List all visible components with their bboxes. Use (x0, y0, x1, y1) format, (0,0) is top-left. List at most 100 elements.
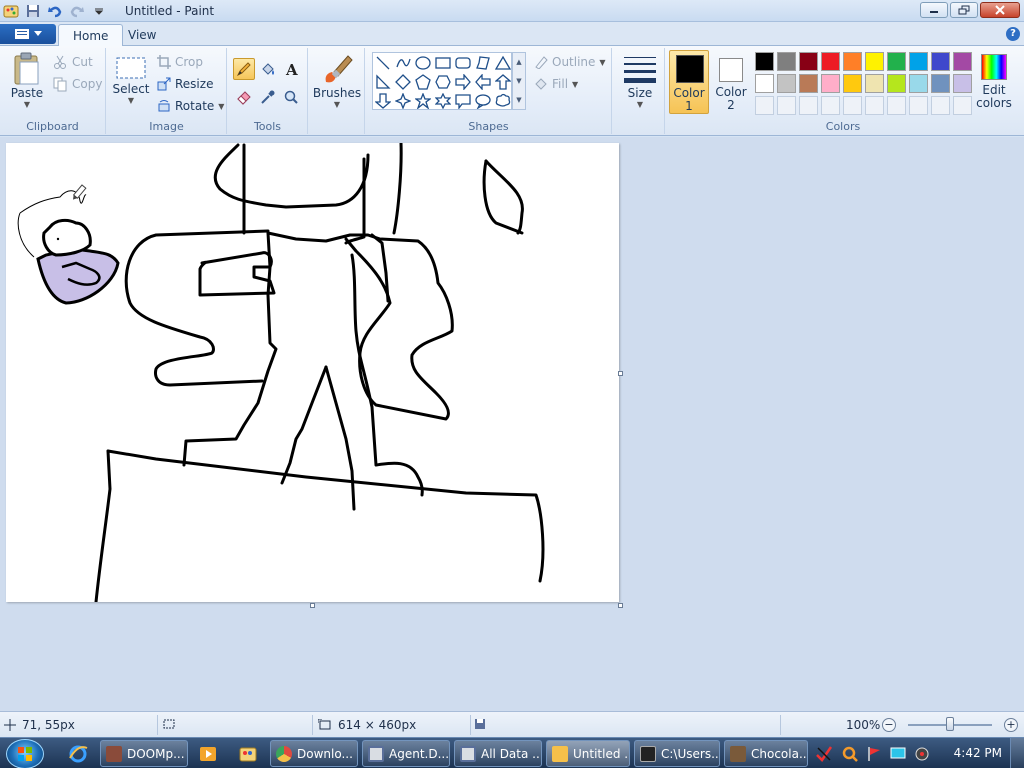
eraser-tool[interactable] (233, 86, 255, 108)
five-point-star-shape-icon[interactable] (413, 91, 433, 110)
oval-shape-icon[interactable] (413, 53, 433, 72)
rectangle-shape-icon[interactable] (433, 53, 453, 72)
help-icon[interactable]: ? (1006, 27, 1020, 41)
color-swatch[interactable] (799, 74, 818, 93)
down-arrow-shape-icon[interactable] (373, 91, 393, 110)
clock[interactable]: 4:42 PM (954, 746, 1002, 760)
custom-color-swatch[interactable] (843, 96, 862, 115)
fill-button[interactable]: Fill ▼ (534, 74, 578, 94)
select-button[interactable]: Select ▼ (112, 54, 150, 105)
zoom-slider-thumb[interactable] (946, 717, 954, 731)
redo-icon[interactable] (68, 2, 86, 20)
custom-color-swatch[interactable] (931, 96, 950, 115)
show-desktop-button[interactable] (1010, 738, 1024, 768)
edit-colors-button[interactable]: Edit colors (974, 52, 1014, 116)
custom-color-swatch[interactable] (953, 96, 972, 115)
customize-toolbar-icon[interactable] (90, 2, 108, 20)
app-menu-button[interactable] (0, 24, 56, 44)
paint-quicklaunch-icon[interactable] (236, 742, 260, 766)
hexagon-shape-icon[interactable] (433, 72, 453, 91)
line-shape-icon[interactable] (373, 53, 393, 72)
color-swatch[interactable] (865, 52, 884, 71)
right-arrow-shape-icon[interactable] (453, 72, 473, 91)
paint-app-icon[interactable] (2, 2, 20, 20)
text-tool[interactable]: A (280, 58, 302, 80)
taskbar-button-chocolate[interactable]: Chocola... (724, 740, 808, 767)
tray-flag-icon[interactable] (862, 742, 886, 766)
color-swatch[interactable] (887, 74, 906, 93)
rotate-button[interactable]: Rotate ▼ (157, 96, 224, 116)
shapes-gallery-scrollbar[interactable]: ▲ ▼ ▼ (512, 52, 526, 110)
diamond-shape-icon[interactable] (393, 72, 413, 91)
paste-button[interactable]: Paste ▼ (8, 52, 46, 109)
six-point-star-shape-icon[interactable] (433, 91, 453, 110)
close-button[interactable] (980, 2, 1020, 18)
pentagon-shape-icon[interactable] (413, 72, 433, 91)
undo-icon[interactable] (46, 2, 64, 20)
tray-checkmark-icon[interactable] (812, 742, 836, 766)
custom-color-swatch[interactable] (887, 96, 906, 115)
tab-view[interactable]: View (114, 24, 170, 46)
tray-volume-icon[interactable] (910, 742, 934, 766)
custom-color-swatch[interactable] (755, 96, 774, 115)
media-player-icon[interactable] (196, 742, 220, 766)
custom-color-swatch[interactable] (865, 96, 884, 115)
curve-shape-icon[interactable] (393, 53, 413, 72)
magnifier-tool[interactable] (280, 86, 302, 108)
color-swatch[interactable] (777, 74, 796, 93)
color-swatch[interactable] (887, 52, 906, 71)
scroll-up-icon[interactable]: ▲ (516, 58, 521, 66)
color-swatch[interactable] (931, 52, 950, 71)
tray-display-icon[interactable] (886, 742, 910, 766)
color-swatch[interactable] (865, 74, 884, 93)
oval-callout-shape-icon[interactable] (473, 91, 493, 110)
color-swatch[interactable] (953, 52, 972, 71)
size-button[interactable]: Size ▼ (619, 52, 661, 109)
triangle-shape-icon[interactable] (493, 53, 513, 72)
canvas-resize-handle-bottom[interactable] (310, 603, 315, 608)
zoom-out-icon[interactable]: − (882, 718, 896, 732)
internet-explorer-icon[interactable] (66, 742, 90, 766)
resize-button[interactable]: Resize (157, 74, 213, 94)
custom-color-swatch[interactable] (799, 96, 818, 115)
color-swatch[interactable] (843, 52, 862, 71)
color-swatch[interactable] (777, 52, 796, 71)
color-swatch[interactable] (821, 52, 840, 71)
color-swatch[interactable] (755, 74, 774, 93)
save-icon[interactable] (24, 2, 42, 20)
color-swatch[interactable] (909, 52, 928, 71)
rect-callout-shape-icon[interactable] (453, 91, 473, 110)
taskbar-button-cmd[interactable]: C:\Users... (634, 740, 720, 767)
taskbar-button-doomp[interactable]: DOOMp... (100, 740, 188, 767)
brushes-button[interactable]: Brushes ▼ (313, 52, 361, 109)
canvas-workspace[interactable] (0, 137, 1024, 711)
canvas-resize-handle-right[interactable] (618, 371, 623, 376)
taskbar-button-all-data[interactable]: All Data ... (454, 740, 542, 767)
tray-search-icon[interactable] (838, 742, 862, 766)
maximize-button[interactable] (950, 2, 978, 18)
minimize-button[interactable] (920, 2, 948, 18)
rounded-rectangle-shape-icon[interactable] (453, 53, 473, 72)
right-triangle-shape-icon[interactable] (373, 72, 393, 91)
color-swatch[interactable] (755, 52, 774, 71)
copy-button[interactable]: Copy (52, 74, 102, 94)
color1-button[interactable]: Color 1 (669, 50, 709, 114)
left-arrow-shape-icon[interactable] (473, 72, 493, 91)
color-swatch[interactable] (799, 52, 818, 71)
up-arrow-shape-icon[interactable] (493, 72, 513, 91)
taskbar-button-agent[interactable]: Agent.D... (362, 740, 450, 767)
color-picker-tool[interactable] (257, 86, 279, 108)
fill-tool[interactable] (257, 58, 279, 80)
color-swatch[interactable] (843, 74, 862, 93)
start-button[interactable] (6, 739, 44, 768)
color-swatch[interactable] (909, 74, 928, 93)
crop-button[interactable]: Crop (157, 52, 203, 72)
zoom-in-icon[interactable]: + (1004, 718, 1018, 732)
taskbar-button-chrome[interactable]: Downlo... (270, 740, 358, 767)
drawing-canvas[interactable] (6, 143, 619, 602)
cut-button[interactable]: Cut (52, 52, 93, 72)
polygon-shape-icon[interactable] (473, 53, 493, 72)
pencil-tool[interactable] (233, 58, 255, 80)
taskbar-button-paint[interactable]: Untitled ... (546, 740, 630, 767)
custom-color-swatch[interactable] (777, 96, 796, 115)
